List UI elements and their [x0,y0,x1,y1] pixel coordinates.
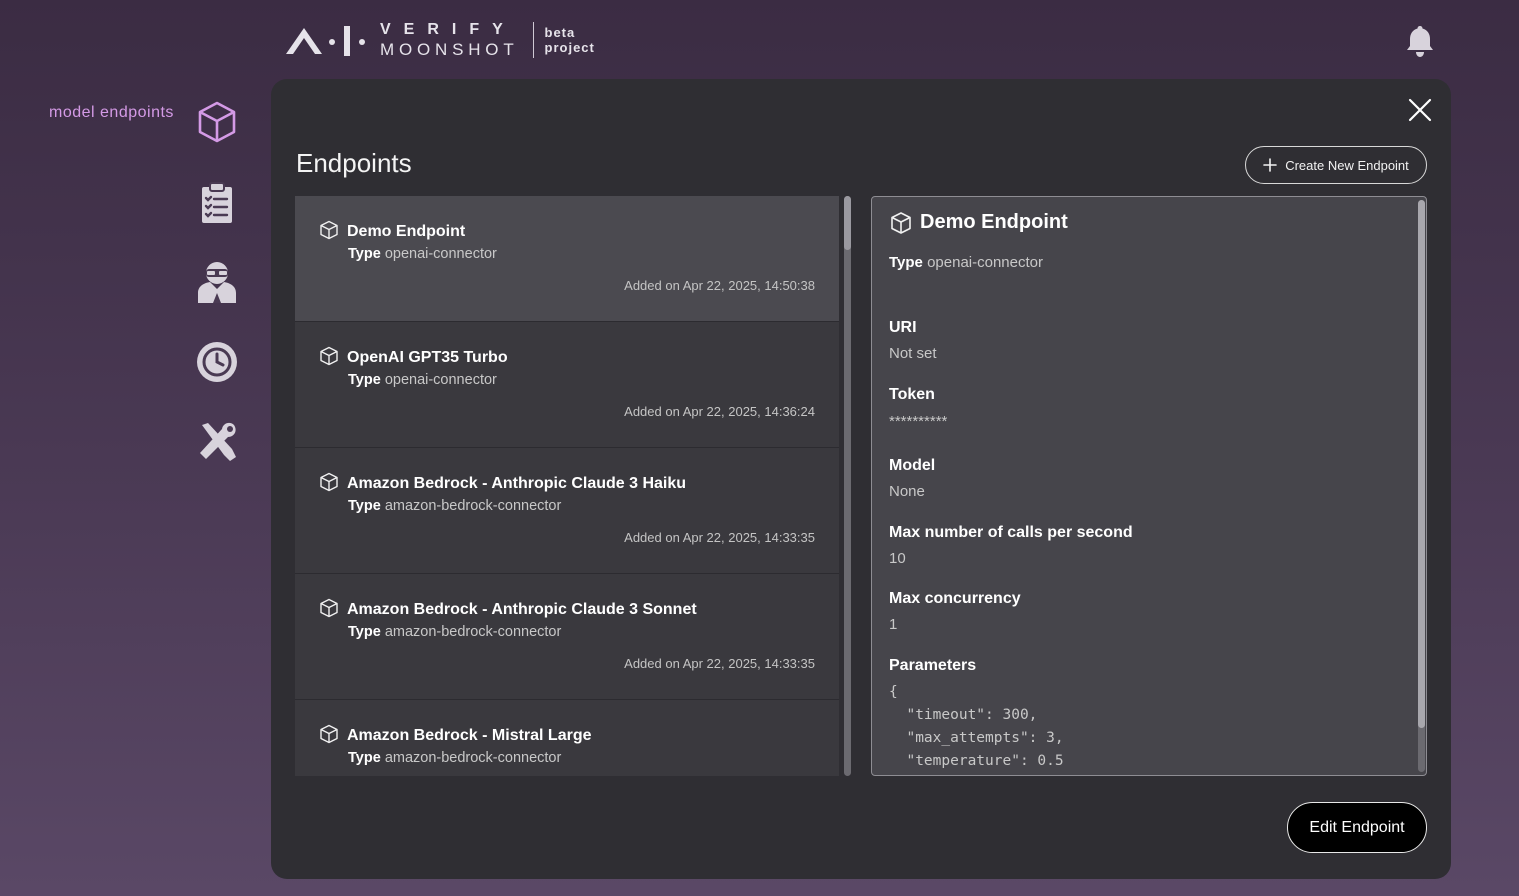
type-value: openai-connector [927,254,1043,271]
logo-mark-icon [286,26,365,56]
parameters-value: { "timeout": 300, "max_attempts": 3, "te… [889,684,1064,769]
endpoint-name: OpenAI GPT35 Turbo [347,349,508,366]
project-text: project [544,40,595,55]
cube-icon [320,220,338,240]
endpoint-list-item[interactable]: Demo Endpoint Type openai-connector Adde… [295,196,839,322]
endpoint-name: Amazon Bedrock - Anthropic Claude 3 Sonn… [347,601,697,618]
type-value: openai-connector [384,372,497,388]
tools-icon[interactable] [194,419,240,465]
parameters-label: Parameters [889,657,977,674]
scrollbar-thumb[interactable] [1418,200,1425,728]
create-endpoint-button[interactable]: Create New Endpoint [1245,146,1427,184]
model-value: None [889,483,925,500]
endpoint-type: Type openai-connector [348,246,497,262]
cube-icon [320,724,338,744]
uri-label: URI [889,319,917,336]
page-title: Endpoints [296,148,412,178]
type-label: Type [348,624,381,640]
endpoint-detail-card: Demo Endpoint Type openai-connector URI … [871,196,1427,776]
type-label: Type [348,246,381,262]
logo-divider [532,22,534,58]
type-label: Type [348,498,381,514]
app-logo: VERIFY MOONSHOT beta project [286,20,595,60]
cube-icon [320,472,338,492]
endpoint-list-item[interactable]: OpenAI GPT35 Turbo Type openai-connector… [295,322,839,448]
token-label: Token [889,386,935,403]
detail-scrollbar[interactable] [1418,200,1425,772]
logo-verify-text: VERIFY [380,21,516,38]
clipboard-icon[interactable] [194,180,240,226]
endpoint-added-date: Added on Apr 22, 2025, 14:50:38 [624,278,815,293]
token-value: ********** [889,413,948,430]
type-label: Type [348,750,381,766]
endpoint-list: Demo Endpoint Type openai-connector Adde… [295,196,839,776]
type-label: Type [348,372,381,388]
model-label: Model [889,457,936,474]
endpoint-added-date: Added on Apr 22, 2025, 14:33:35 [624,530,815,545]
type-label: Type [889,254,923,271]
max-concurrency-value: 1 [889,616,898,633]
sidebar-active-label[interactable]: model endpoints [49,104,174,122]
endpoint-name: Demo Endpoint [347,223,466,240]
max-calls-label: Max number of calls per second [889,524,1133,541]
edit-endpoint-button[interactable]: Edit Endpoint [1287,802,1427,853]
bell-icon[interactable] [1404,24,1436,58]
endpoint-added-date: Added on Apr 22, 2025, 14:33:35 [624,656,815,671]
beta-label: beta project [545,25,595,55]
endpoint-name: Amazon Bedrock - Anthropic Claude 3 Haik… [347,475,687,492]
scrollbar-thumb[interactable] [844,196,851,250]
endpoint-name: Amazon Bedrock - Mistral Large [347,727,592,744]
redteam-icon[interactable] [194,259,240,305]
type-value: amazon-bedrock-connector [384,498,562,514]
endpoint-list-item[interactable]: Amazon Bedrock - Anthropic Claude 3 Sonn… [295,574,839,700]
cube-icon[interactable] [194,99,240,145]
uri-value: Not set [889,345,937,362]
logo-moonshot-text: MOONSHOT [380,40,519,59]
endpoint-type: Type amazon-bedrock-connector [348,624,561,640]
beta-text: beta [544,25,576,40]
cube-icon [320,598,338,618]
detail-endpoint-name: Demo Endpoint [920,211,1068,233]
plus-icon [1263,158,1278,172]
endpoint-added-date: Added on Apr 22, 2025, 14:36:24 [624,404,815,419]
cube-icon [320,346,338,366]
create-endpoint-label: Create New Endpoint [1285,157,1409,173]
detail-endpoint-type: Type openai-connector [889,254,1043,271]
max-calls-value: 10 [889,550,906,567]
type-value: amazon-bedrock-connector [384,750,562,766]
endpoint-list-item[interactable]: Amazon Bedrock - Anthropic Claude 3 Haik… [295,448,839,574]
type-value: openai-connector [384,246,497,262]
endpoint-list-scrollbar[interactable] [844,196,851,776]
close-icon[interactable] [1406,96,1434,124]
endpoint-type: Type amazon-bedrock-connector [348,498,561,514]
history-icon[interactable] [194,339,240,385]
cube-icon [891,212,911,234]
endpoint-list-item[interactable]: Amazon Bedrock - Mistral Large Type amaz… [295,700,839,776]
endpoint-type: Type openai-connector [348,372,497,388]
max-concurrency-label: Max concurrency [889,590,1021,607]
type-value: amazon-bedrock-connector [384,624,562,640]
endpoint-type: Type amazon-bedrock-connector [348,750,561,766]
